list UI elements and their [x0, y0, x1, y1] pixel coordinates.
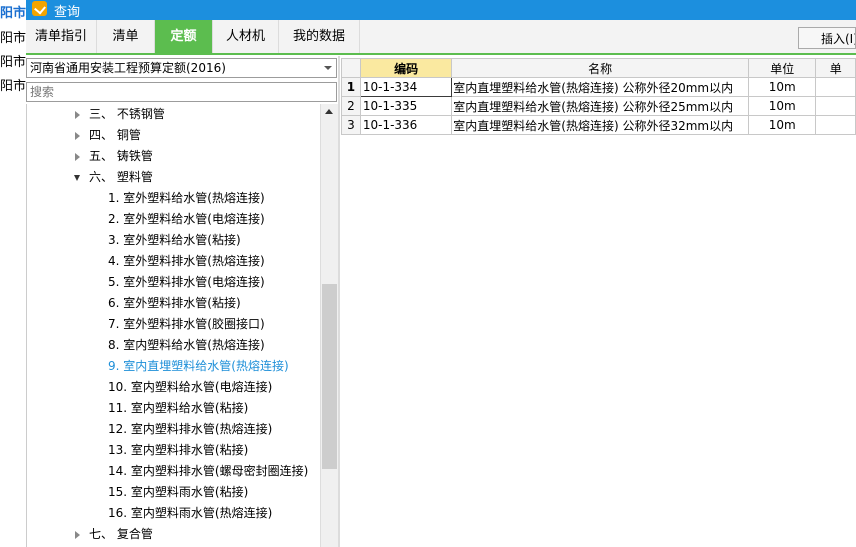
tree-node-label: 12. 室内塑料排水管(热熔连接): [108, 422, 273, 436]
title-bar[interactable]: 查询: [26, 0, 856, 20]
tree-node-label: 10. 室内塑料给水管(电熔连接): [108, 380, 273, 394]
window-title: 查询: [54, 5, 81, 20]
tree-node-label: 7. 室外塑料排水管(胶圈接口): [108, 317, 265, 331]
tree-node-label: 三、 不锈钢管: [89, 107, 165, 121]
background-text: 阳市: [0, 6, 27, 21]
column-header-unit[interactable]: 单位: [748, 58, 817, 78]
tab-bill[interactable]: 清单: [97, 20, 155, 53]
results-table: 编码 名称 单位 单 1 10-1-334 室内直埋塑料给水管(热熔连接) 公称…: [341, 58, 856, 135]
expand-arrow-icon[interactable]: [75, 153, 80, 161]
tree-node-label: 6. 室外塑料排水管(粘接): [108, 296, 241, 310]
quota-tree-panel: 河南省通用安装工程预算定额(2016) 三、 不锈钢管 四、 铜管 五、 铸铁管…: [26, 56, 338, 547]
table-header-row: 编码 名称 单位 单: [341, 58, 856, 78]
cell-name[interactable]: 室内直埋塑料给水管(热熔连接) 公称外径25mm以内: [451, 96, 750, 116]
row-number: 3: [341, 115, 361, 135]
tree-node-label: 2. 室外塑料给水管(电熔连接): [108, 212, 265, 226]
background-text: 阳市: [0, 79, 27, 94]
cell-unit[interactable]: 10m: [748, 77, 817, 97]
table-row[interactable]: 1 10-1-334 室内直埋塑料给水管(热熔连接) 公称外径20mm以内 10…: [341, 77, 856, 97]
tab-bar: 清单指引 清单 定额 人材机 我的数据 插入(I): [26, 20, 856, 55]
tree-node-label: 四、 铜管: [89, 128, 141, 142]
cell-code[interactable]: 10-1-336: [359, 115, 453, 135]
chevron-down-icon: [324, 66, 332, 70]
tree-scrollbar[interactable]: [320, 104, 338, 547]
cell-price[interactable]: [815, 77, 856, 97]
expand-arrow-icon[interactable]: [75, 132, 80, 140]
table-row[interactable]: 2 10-1-335 室内直埋塑料给水管(热熔连接) 公称外径25mm以内 10…: [341, 96, 856, 116]
tab-my-data[interactable]: 我的数据: [279, 20, 360, 53]
tree-node-label: 五、 铸铁管: [89, 149, 153, 163]
cell-unit[interactable]: 10m: [748, 115, 817, 135]
tab-labor-materials[interactable]: 人材机: [213, 20, 279, 53]
quota-library-dropdown[interactable]: 河南省通用安装工程预算定额(2016): [26, 58, 337, 78]
cell-code[interactable]: 10-1-335: [359, 96, 453, 116]
tree-node-label: 8. 室内塑料给水管(热熔连接): [108, 338, 265, 352]
column-header-rownum: [341, 58, 361, 78]
tree-node-label: 4. 室外塑料排水管(热熔连接): [108, 254, 265, 268]
expand-arrow-icon[interactable]: [75, 531, 80, 539]
search-input[interactable]: [26, 82, 337, 102]
expand-arrow-icon[interactable]: [75, 111, 80, 119]
app-icon: [32, 1, 47, 16]
scroll-up-icon[interactable]: [321, 104, 338, 120]
background-window: 阳市 阳市 阳市 阳市: [0, 0, 26, 547]
chapter-tree: 三、 不锈钢管 四、 铜管 五、 铸铁管 六、 塑料管 1. 室外塑料给水管(热…: [26, 104, 321, 547]
row-number: 2: [341, 96, 361, 116]
tab-bill-guide[interactable]: 清单指引: [26, 20, 97, 53]
column-header-code[interactable]: 编码: [359, 58, 453, 78]
cell-unit[interactable]: 10m: [748, 96, 817, 116]
tree-node-label: 13. 室内塑料排水管(粘接): [108, 443, 249, 457]
cell-name[interactable]: 室内直埋塑料给水管(热熔连接) 公称外径20mm以内: [451, 77, 750, 97]
tree-node-label: 六、 塑料管: [89, 170, 153, 184]
tree-node-label: 15. 室内塑料雨水管(粘接): [108, 485, 249, 499]
background-text: 阳市: [0, 31, 27, 46]
tree-node-label: 11. 室内塑料给水管(粘接): [108, 401, 249, 415]
tree-node-label: 七、 复合管: [89, 527, 153, 541]
tree-node-label: 16. 室内塑料雨水管(热熔连接): [108, 506, 273, 520]
insert-button[interactable]: 插入(I): [798, 27, 856, 49]
tree-node-label: 3. 室外塑料给水管(粘接): [108, 233, 241, 247]
scrollbar-thumb[interactable]: [322, 284, 337, 469]
tree-node-label: 14. 室内塑料排水管(螺母密封圈连接): [108, 464, 309, 478]
tree-node-label: 1. 室外塑料给水管(热熔连接): [108, 191, 265, 205]
quota-library-selected: 河南省通用安装工程预算定额(2016): [30, 61, 226, 75]
cell-price[interactable]: [815, 96, 856, 116]
collapse-arrow-icon[interactable]: [74, 175, 80, 181]
panel-splitter[interactable]: [338, 56, 340, 547]
cell-code[interactable]: 10-1-334: [359, 77, 453, 97]
quota-results-grid: 编码 名称 单位 单 1 10-1-334 室内直埋塑料给水管(热熔连接) 公称…: [341, 58, 856, 547]
cell-name[interactable]: 室内直埋塑料给水管(热熔连接) 公称外径32mm以内: [451, 115, 750, 135]
table-row[interactable]: 3 10-1-336 室内直埋塑料给水管(热熔连接) 公称外径32mm以内 10…: [341, 115, 856, 135]
row-number: 1: [341, 77, 361, 97]
column-header-name[interactable]: 名称: [451, 58, 750, 78]
tree-node-label: 9. 室内直埋塑料给水管(热熔连接): [108, 359, 289, 373]
tree-node-label: 5. 室外塑料排水管(电熔连接): [108, 275, 265, 289]
background-text: 阳市: [0, 55, 27, 70]
cell-price[interactable]: [815, 115, 856, 135]
tab-quota[interactable]: 定额: [155, 20, 213, 53]
column-header-price[interactable]: 单: [815, 58, 856, 78]
